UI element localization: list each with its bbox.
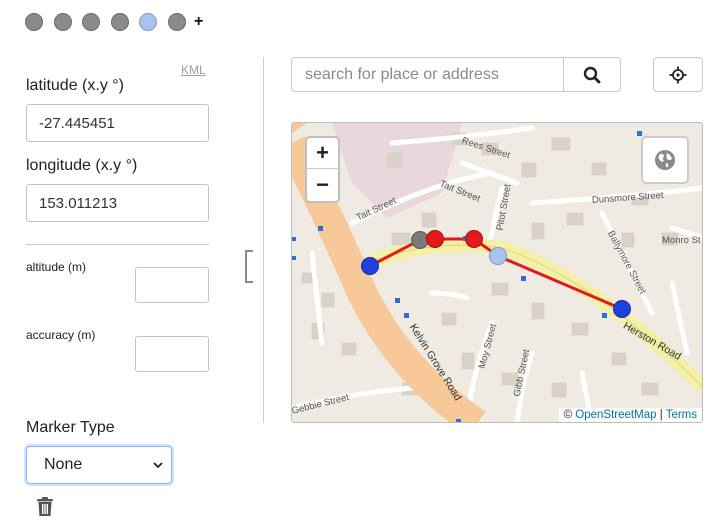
- latitude-input[interactable]: [26, 104, 209, 142]
- layers-button[interactable]: [641, 136, 689, 184]
- kml-link[interactable]: KML: [181, 63, 206, 77]
- accuracy-label: accuracy (m): [26, 328, 96, 342]
- copyright-symbol: ©: [563, 409, 573, 421]
- zoom-control: + −: [305, 136, 340, 203]
- marker-type-select[interactable]: None: [26, 446, 172, 484]
- search-placeholder: search for place or address: [305, 65, 499, 83]
- osm-link[interactable]: OpenStreetMap: [575, 409, 656, 421]
- crosshair-icon: [669, 66, 687, 83]
- latitude-label: latitude (x.y °): [26, 77, 124, 94]
- search-button[interactable]: [563, 57, 621, 92]
- marker-type-value: None: [44, 456, 83, 473]
- marker-selector: +: [25, 13, 203, 31]
- marker-type-label: Marker Type: [26, 419, 115, 436]
- marker-dot-6[interactable]: [167, 13, 186, 31]
- resize-handle[interactable]: [245, 250, 253, 283]
- map-view[interactable]: Rees Street Tait Street Tait Street Pito…: [291, 122, 703, 423]
- marker-dot-1[interactable]: [25, 13, 43, 31]
- altitude-input[interactable]: [135, 267, 209, 303]
- trash-icon[interactable]: [36, 497, 54, 517]
- section-divider: [26, 244, 209, 245]
- map-attribution: © OpenStreetMap | Terms: [558, 408, 702, 422]
- locate-button[interactable]: [653, 57, 703, 92]
- longitude-label: longitude (x.y °): [26, 157, 138, 174]
- marker-dot-2[interactable]: [53, 13, 72, 31]
- search-input[interactable]: search for place or address: [291, 57, 564, 92]
- globe-icon: [655, 150, 675, 170]
- terms-link[interactable]: Terms: [666, 409, 697, 421]
- zoom-in-button[interactable]: +: [307, 138, 338, 169]
- marker-dot-4[interactable]: [110, 13, 129, 31]
- altitude-label: altitude (m): [26, 260, 87, 274]
- accuracy-input[interactable]: [135, 336, 209, 372]
- marker-dot-5-active[interactable]: [139, 13, 157, 31]
- longitude-input[interactable]: [26, 184, 209, 222]
- street-label: Monro St: [662, 235, 701, 246]
- search-icon: [583, 66, 601, 83]
- chevron-down-icon: [153, 462, 163, 469]
- attribution-separator: |: [659, 409, 663, 421]
- zoom-out-button[interactable]: −: [307, 169, 338, 200]
- add-marker-button[interactable]: +: [194, 13, 203, 31]
- marker-dot-3[interactable]: [82, 13, 100, 31]
- column-divider: [263, 57, 264, 423]
